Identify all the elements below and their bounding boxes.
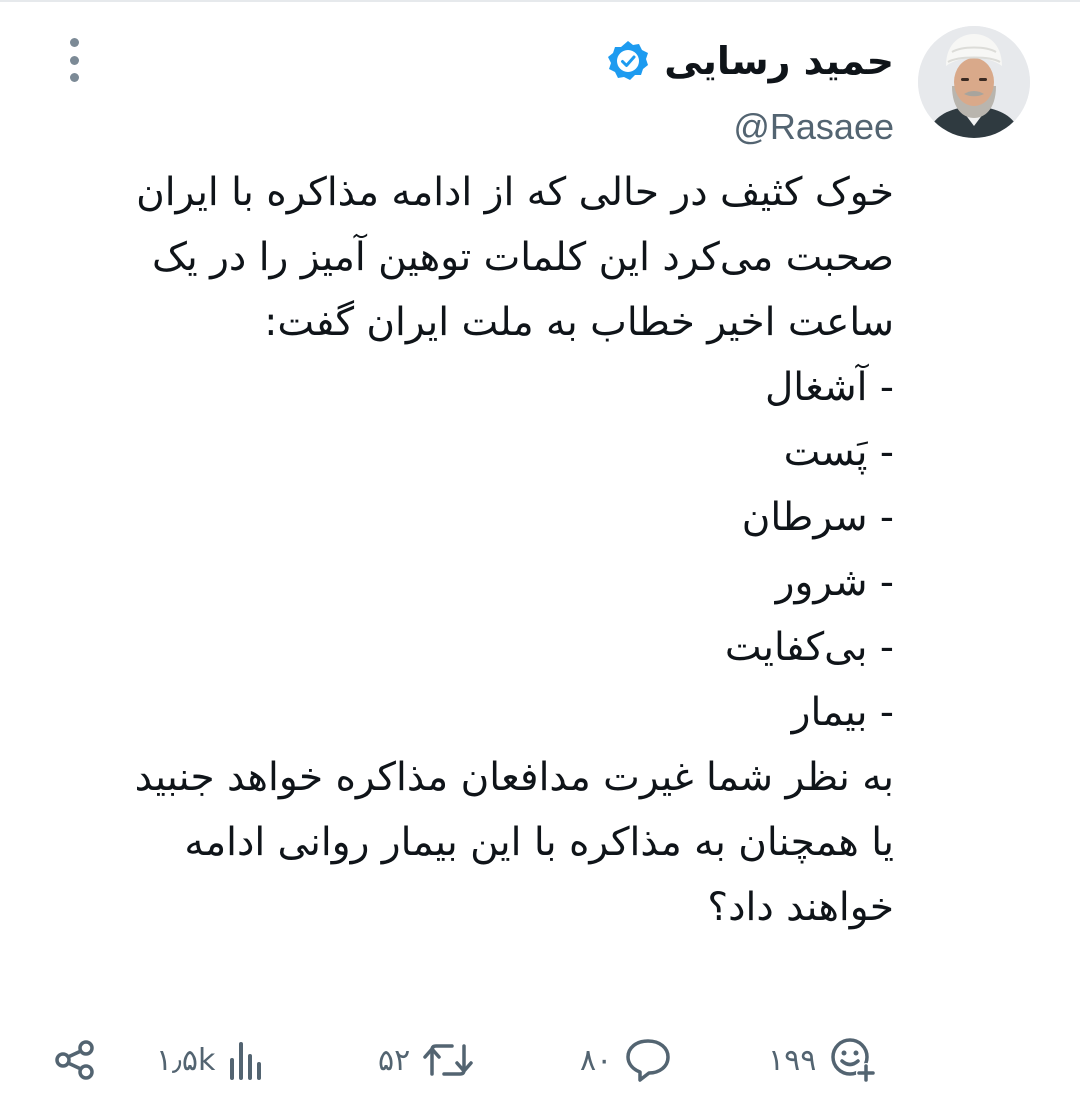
avatar[interactable] [918,26,1030,138]
tweet-text-line: به نظر شما غیرت مدافعان مذاکره خواهد جنب… [134,755,894,800]
author-header: حمید رسایی [606,30,894,92]
menu-dot [69,38,79,47]
retweet-button[interactable]: ۵۲ [378,1030,474,1090]
tweet-text: خوک کثیف در حالی که از ادامه مذاکره با ا… [64,160,894,940]
author-display-name[interactable]: حمید رسایی [664,39,894,83]
retweets-count: ۵۲ [378,1042,411,1078]
views-icon [230,1042,262,1080]
tweet-list-item: - بیمار [791,690,894,735]
tweet-text-line: صحبت می‌کرد این کلمات توهین آمیز را در ی… [151,235,894,280]
top-divider [0,0,1080,2]
reply-icon [626,1039,670,1082]
tweet-text-line: یا همچنان به مذاکره با این بیمار روانی ا… [184,820,894,865]
reactions-count: ۱۹۹ [768,1042,817,1078]
verified-badge-icon [608,41,649,80]
views-count: ۱٫۵k [156,1042,216,1078]
tweet-text-line: ساعت اخیر خطاب به ملت ایران گفت: [264,300,894,345]
tweet-text-line: خواهند داد؟ [707,885,894,930]
author-handle[interactable]: @Rasaee [733,106,894,148]
share-button[interactable] [52,1030,98,1090]
views-button[interactable]: ۱٫۵k [156,1030,263,1090]
tweet-list-item: - پَست [783,430,894,475]
reaction-icon [831,1038,877,1083]
action-bar: ۱٫۵k ۵۲ ۸۰ ۱۹۹ [0,1030,1080,1090]
avatar-image [918,26,1030,138]
replies-count: ۸۰ [580,1042,613,1078]
tweet-list-item: - بی‌کفایت [724,625,894,670]
retweet-icon [423,1044,473,1076]
tweet-list-item: - آشغال [764,365,894,410]
more-vertical-icon[interactable] [62,38,86,82]
tweet-list-item: - شرور [775,560,894,605]
tweet-text-line: خوک کثیف در حالی که از ادامه مذاکره با ا… [136,170,894,215]
reaction-button[interactable]: ۱۹۹ [768,1030,878,1090]
reply-button[interactable]: ۸۰ [580,1030,672,1090]
menu-dot [69,73,79,82]
share-icon [55,1040,94,1080]
tweet-list-item: - سرطان [741,495,894,540]
menu-dot [69,55,79,65]
